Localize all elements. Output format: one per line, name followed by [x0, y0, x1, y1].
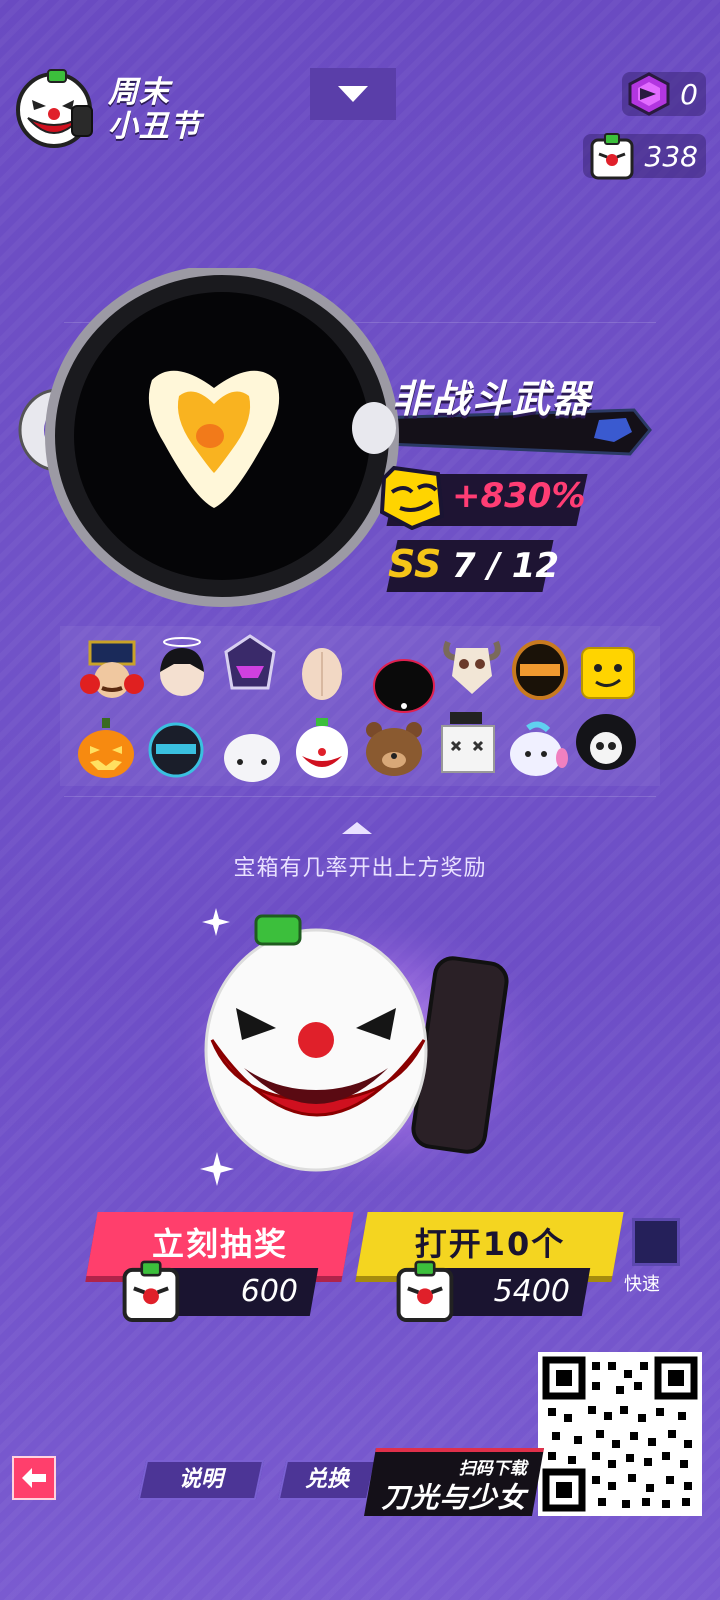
quick-open-checkbox[interactable]	[632, 1218, 680, 1266]
reward-skull-hood[interactable]	[574, 710, 638, 774]
reward-bald-wig[interactable]	[290, 640, 354, 704]
weapon-name: 非战斗武器	[392, 377, 593, 421]
reward-pumpkin-head[interactable]	[74, 716, 138, 780]
draw-price: 600	[240, 1274, 298, 1309]
open-ten-price: 5400	[493, 1274, 570, 1309]
chevron-up-icon	[340, 820, 374, 840]
promo-game-title: 刀光与少女	[381, 1481, 527, 1514]
reward-clown-head[interactable]	[290, 716, 354, 780]
reward-dark-knight-helmet[interactable]	[144, 716, 208, 780]
sparkle-icon	[202, 908, 230, 940]
clown-ticket-icon	[392, 1258, 458, 1328]
event-title-line2: 小丑节	[108, 109, 201, 144]
reward-horned-skull[interactable]	[440, 632, 504, 696]
gem-count: 0	[680, 77, 698, 111]
back-button[interactable]	[12, 1456, 56, 1500]
reward-bear-head[interactable]	[362, 716, 426, 780]
clown-ticket-icon	[590, 133, 634, 180]
reward-black-blob-head[interactable]	[372, 654, 436, 718]
reward-bronze-visor-helmet[interactable]	[508, 636, 572, 700]
reward-yellow-block-head[interactable]	[576, 640, 640, 704]
smirk-face-icon	[379, 465, 445, 531]
clown-ticket-icon	[118, 1258, 184, 1328]
reward-hint: 宝箱有几率开出上方奖励	[233, 856, 487, 881]
reward-white-ghost-head[interactable]	[220, 728, 284, 792]
explain-label: 说明	[178, 1467, 223, 1492]
bonus-percent: +830%	[452, 476, 586, 516]
reward-fish-head[interactable]	[506, 718, 570, 782]
frying-pan-weapon	[14, 265, 664, 618]
chevron-down-icon	[338, 86, 368, 102]
download-promo-banner[interactable]: 扫码下载 刀光与少女	[364, 1448, 544, 1516]
reward-box-head[interactable]	[436, 710, 500, 774]
reward-black-hair-halo[interactable]	[150, 636, 214, 700]
event-title: 周末 小丑节	[108, 76, 268, 144]
rank-progress: 7 / 12	[452, 546, 560, 586]
reward-purple-knight-helmet[interactable]	[218, 632, 282, 696]
quick-open-label: 快速	[624, 1274, 660, 1295]
rank-grade: SS	[388, 542, 442, 586]
ticket-count: 338	[644, 139, 698, 173]
download-qr-code	[538, 1352, 702, 1516]
explain-button[interactable]: 说明	[137, 1460, 265, 1500]
sparkle-icon	[200, 1152, 234, 1190]
gem-currency[interactable]: 0	[622, 72, 706, 116]
arrow-left-icon	[22, 1468, 46, 1488]
rewards-divider	[64, 796, 656, 797]
event-clown-logo	[14, 66, 100, 152]
event-title-line1: 周末	[108, 75, 170, 110]
clown-chest[interactable]	[196, 900, 516, 1180]
purple-gem-icon	[628, 72, 670, 116]
reward-nutcracker-hat[interactable]	[80, 640, 144, 704]
event-dropdown-button[interactable]	[310, 68, 396, 120]
ticket-currency[interactable]: 338	[582, 133, 706, 180]
exchange-label: 兑换	[304, 1467, 349, 1492]
exchange-button[interactable]: 兑换	[277, 1460, 377, 1500]
